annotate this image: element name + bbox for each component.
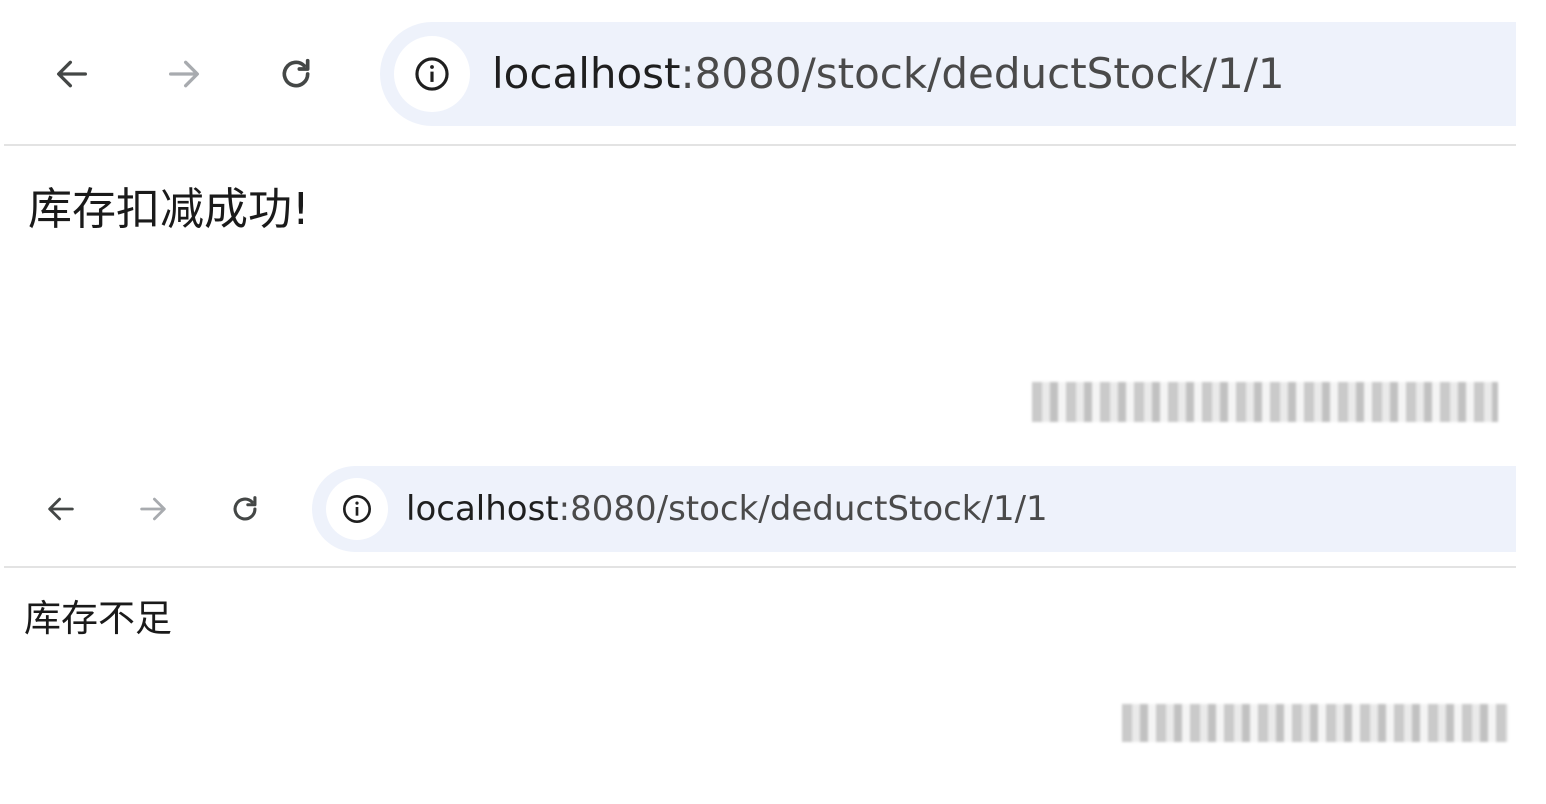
blurred-watermark [1122,704,1508,742]
url-path: :8080/stock/deductStock/1/1 [558,489,1048,529]
url-text[interactable]: localhost:8080/stock/deductStock/1/1 [406,486,1048,532]
browser-window-2: localhost:8080/stock/deductStock/1/1 库存不… [0,0,1516,804]
info-icon [343,495,371,523]
arrow-right-icon [140,497,166,521]
toolbar-divider [4,566,1516,568]
reload-button[interactable] [222,486,268,532]
back-button[interactable] [38,486,84,532]
url-host: localhost [406,489,559,529]
forward-button[interactable] [130,486,176,532]
site-info-button[interactable] [326,478,388,540]
page-message-insufficient: 库存不足 [24,597,172,640]
reload-icon [233,496,257,521]
arrow-left-icon [48,497,74,521]
address-bar[interactable]: localhost:8080/stock/deductStock/1/1 [312,466,1516,552]
browser-toolbar-2: localhost:8080/stock/deductStock/1/1 [0,466,1516,552]
